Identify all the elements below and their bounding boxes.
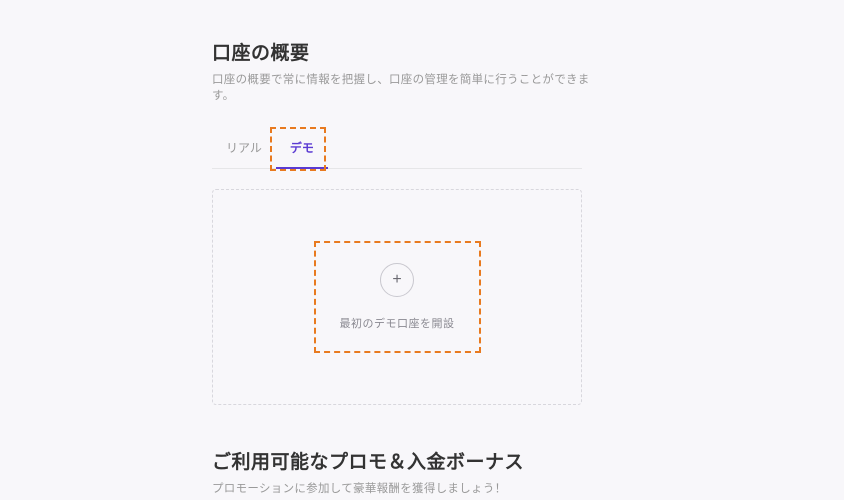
plus-icon: +: [380, 263, 414, 297]
open-demo-highlight: [314, 241, 481, 353]
tabs-wrap: リアル デモ: [212, 129, 582, 169]
promo-title: ご利用可能なプロモ＆入金ボーナス: [212, 447, 590, 474]
page-container: 口座の概要 口座の概要で常に情報を把握し、口座の管理を簡単に行うことができます。…: [0, 0, 590, 496]
open-demo-account[interactable]: + 最初のデモ口座を開設: [314, 241, 481, 353]
open-demo-label: 最初のデモ口座を開設: [340, 315, 455, 331]
tab-demo[interactable]: デモ: [276, 129, 328, 168]
account-tabs: リアル デモ: [212, 129, 582, 169]
overview-title: 口座の概要: [212, 38, 590, 65]
promo-subtitle: プロモーションに参加して豪華報酬を獲得しましょう！: [212, 480, 590, 496]
demo-account-panel: + 最初のデモ口座を開設: [212, 189, 582, 405]
tab-real[interactable]: リアル: [212, 129, 276, 168]
overview-subtitle: 口座の概要で常に情報を把握し、口座の管理を簡単に行うことができます。: [212, 71, 590, 103]
